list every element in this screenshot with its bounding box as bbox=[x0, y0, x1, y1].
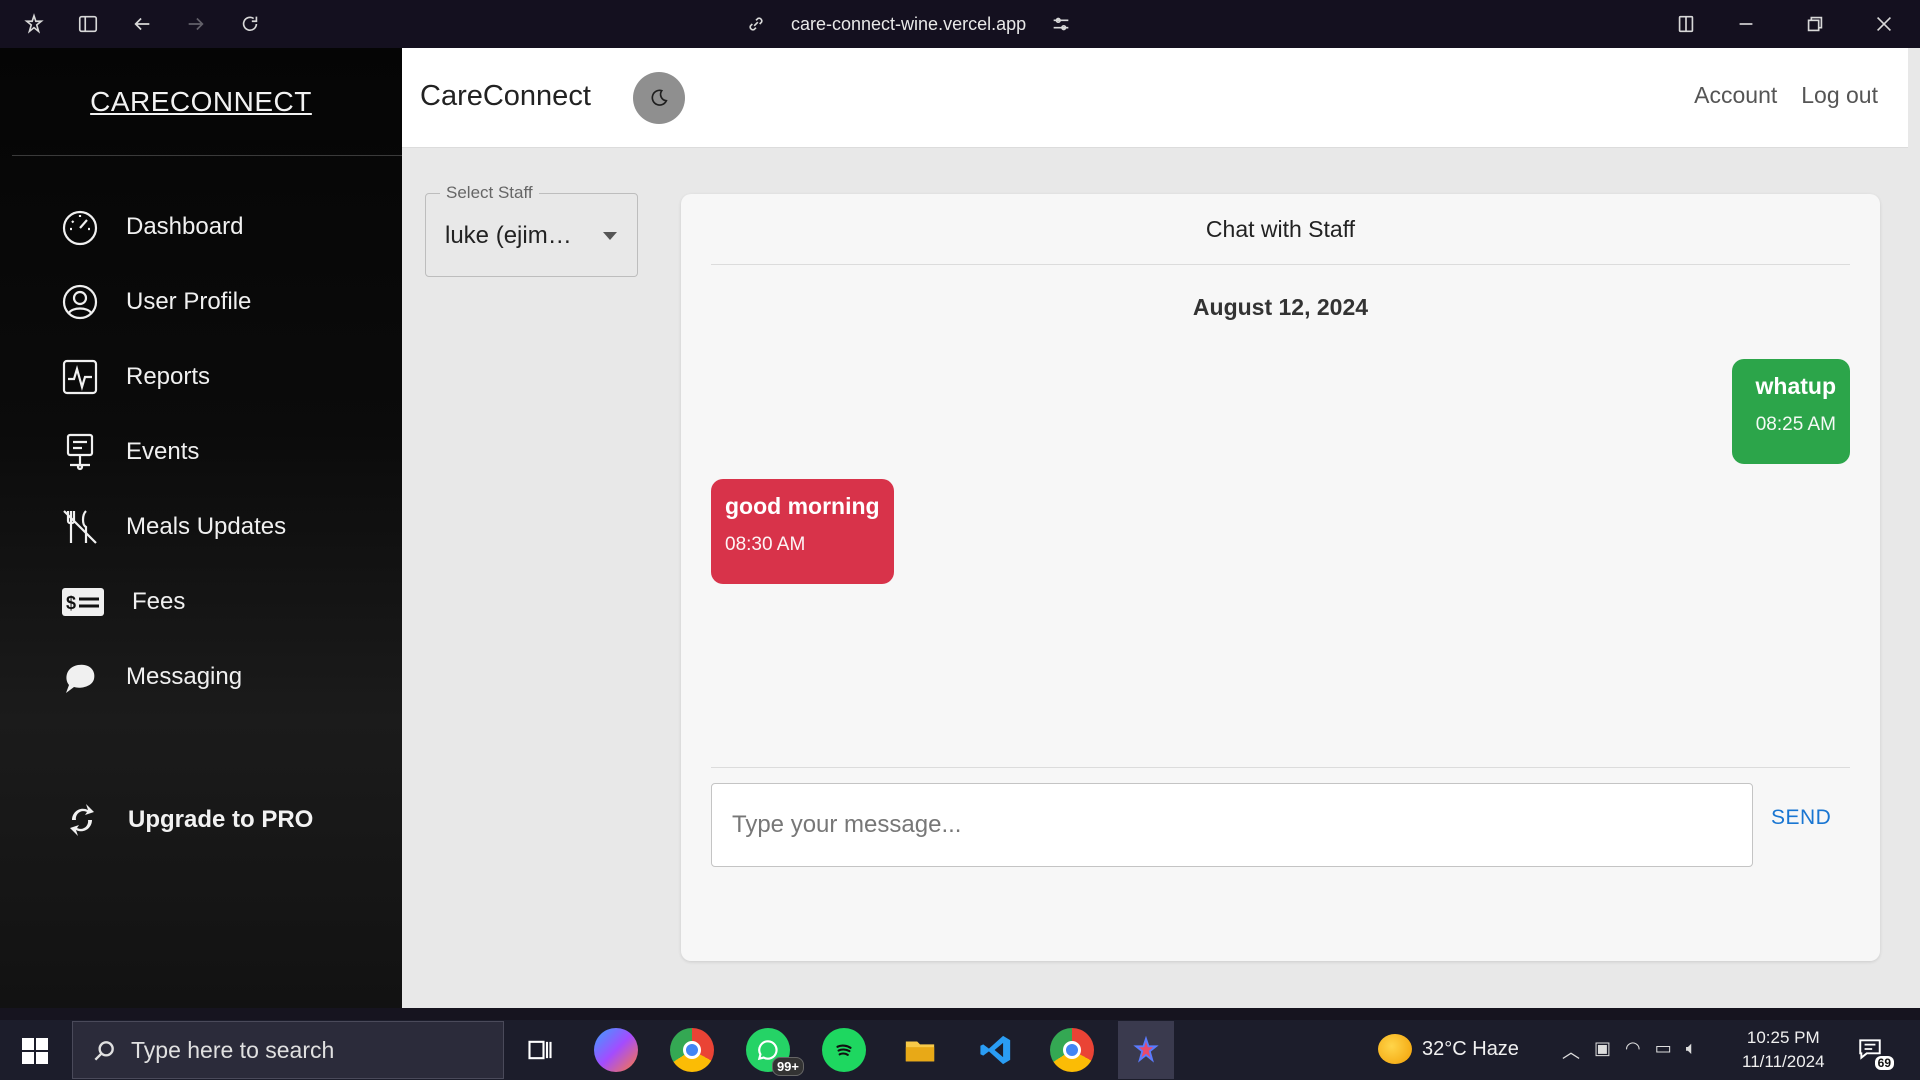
clock-date: 11/11/2024 bbox=[1742, 1052, 1825, 1071]
sidebar-item-label: Fees bbox=[132, 588, 186, 615]
windows-taskbar: Type here to search 99+ 32°C Haze ︿ ▣ ◠ … bbox=[0, 1020, 1920, 1080]
sidebar: CARECONNECT Dashboard User Profile Repor… bbox=[0, 48, 402, 1008]
page-title: CareConnect bbox=[420, 80, 591, 112]
brand-logo[interactable]: CARECONNECT bbox=[0, 48, 402, 156]
file-explorer-icon[interactable] bbox=[898, 1028, 942, 1072]
site-settings-icon[interactable] bbox=[1050, 13, 1072, 35]
user-circle-icon bbox=[62, 284, 98, 320]
sidebar-item-dashboard[interactable]: Dashboard bbox=[60, 205, 243, 249]
weather-widget[interactable]: 32°C Haze bbox=[1378, 1034, 1519, 1064]
upgrade-to-pro-button[interactable]: Upgrade to PRO bbox=[62, 800, 313, 840]
sidebar-item-events[interactable]: Events bbox=[60, 430, 199, 474]
message-time: 08:30 AM bbox=[725, 534, 806, 555]
refresh-icon[interactable] bbox=[238, 12, 262, 36]
split-view-icon[interactable] bbox=[1674, 12, 1698, 36]
notification-count: 69 bbox=[1874, 1056, 1894, 1070]
vscode-icon[interactable] bbox=[974, 1028, 1018, 1072]
search-icon bbox=[94, 1041, 114, 1061]
money-bill-icon: $ bbox=[62, 588, 104, 616]
theme-toggle-button[interactable] bbox=[633, 72, 685, 124]
message-composer bbox=[711, 783, 1753, 867]
sidebar-item-label: Meals Updates bbox=[126, 513, 287, 540]
sidebar-item-meals-updates[interactable]: Meals Updates bbox=[60, 505, 286, 549]
taskbar-search-box[interactable]: Type here to search bbox=[72, 1021, 504, 1079]
app-header: CareConnect Account Log out bbox=[402, 48, 1908, 148]
dashboard-gauge-icon bbox=[62, 210, 98, 246]
chat-date-divider: August 12, 2024 bbox=[1192, 294, 1369, 320]
chevron-down-icon[interactable] bbox=[603, 232, 617, 240]
sidebar-item-label: Dashboard bbox=[126, 213, 244, 240]
logout-link[interactable]: Log out bbox=[1801, 82, 1878, 109]
arc-browser-icon[interactable] bbox=[1118, 1021, 1174, 1079]
weather-haze-icon bbox=[1378, 1034, 1412, 1064]
address-bar[interactable]: care-connect-wine.vercel.app bbox=[745, 0, 1075, 48]
chat-bubbles-icon bbox=[66, 664, 95, 693]
back-arrow-icon[interactable] bbox=[130, 12, 154, 36]
sidebar-item-label: Reports bbox=[126, 363, 211, 390]
message-input[interactable] bbox=[712, 784, 1752, 866]
chrome-profile-icon[interactable] bbox=[1050, 1028, 1094, 1072]
send-button[interactable]: SEND bbox=[1771, 806, 1831, 830]
composer-divider bbox=[711, 767, 1850, 768]
forward-arrow-icon[interactable] bbox=[184, 12, 208, 36]
link-icon bbox=[749, 17, 763, 31]
staff-select-value[interactable]: luke (ejim… bbox=[445, 222, 572, 250]
task-view-icon[interactable] bbox=[518, 1028, 562, 1072]
whatsapp-badge: 99+ bbox=[771, 1057, 804, 1076]
sidebar-item-label: Messaging bbox=[126, 663, 243, 690]
volume-icon[interactable]: 🔈︎ bbox=[1686, 1038, 1697, 1064]
svg-text:$: $ bbox=[66, 593, 76, 613]
sidebar-item-fees[interactable]: $ Fees bbox=[60, 580, 185, 624]
minimize-icon[interactable] bbox=[1734, 12, 1758, 36]
weather-text: 32°C Haze bbox=[1422, 1037, 1519, 1060]
moon-icon bbox=[651, 89, 668, 106]
window-edge bbox=[1908, 48, 1920, 1008]
spotify-icon[interactable] bbox=[822, 1028, 866, 1072]
no-meals-icon bbox=[63, 510, 97, 544]
whatsapp-icon[interactable]: 99+ bbox=[746, 1028, 804, 1076]
upgrade-label: Upgrade to PRO bbox=[128, 806, 314, 833]
sidebar-item-reports[interactable]: Reports bbox=[60, 355, 210, 399]
notification-center-icon[interactable]: 69 bbox=[1856, 1036, 1894, 1070]
browser-titlebar: care-connect-wine.vercel.app bbox=[0, 0, 1920, 48]
message-bubble-sent: whatup 08:25 AM bbox=[1732, 359, 1850, 464]
taskbar-search-placeholder: Type here to search bbox=[131, 1036, 335, 1063]
system-tray: ︿ ▣ ◠ ▭ 🔈︎ bbox=[1562, 1038, 1697, 1064]
sidebar-item-label: Events bbox=[126, 438, 200, 465]
message-time: 08:25 AM bbox=[1755, 414, 1836, 435]
window-bottom-edge bbox=[0, 1008, 1920, 1020]
restore-icon[interactable] bbox=[1803, 12, 1827, 36]
meet-now-icon[interactable]: ▣ bbox=[1594, 1038, 1611, 1064]
header-nav: Account Log out bbox=[1694, 82, 1878, 109]
clock-time: 10:25 PM bbox=[1746, 1028, 1820, 1047]
chat-title: Chat with Staff bbox=[711, 194, 1850, 265]
workspaces-icon[interactable] bbox=[22, 12, 46, 36]
battery-icon[interactable]: ▭ bbox=[1655, 1038, 1672, 1064]
message-text: good morning bbox=[725, 493, 880, 519]
sidebar-item-label: User Profile bbox=[126, 288, 252, 315]
url-text[interactable]: care-connect-wine.vercel.app bbox=[791, 14, 1026, 35]
staff-select[interactable]: Select Staff luke (ejim… bbox=[425, 183, 638, 277]
brand-divider bbox=[12, 155, 402, 156]
presentation-board-icon bbox=[66, 433, 94, 471]
account-link[interactable]: Account bbox=[1694, 82, 1777, 109]
chevron-up-icon[interactable]: ︿ bbox=[1562, 1038, 1580, 1064]
staff-select-label: Select Staff bbox=[440, 183, 539, 203]
sidebar-toggle-icon[interactable] bbox=[76, 12, 100, 36]
copilot-icon[interactable] bbox=[594, 1028, 638, 1072]
sidebar-item-user-profile[interactable]: User Profile bbox=[60, 280, 251, 324]
upgrade-sync-icon bbox=[70, 804, 94, 836]
pulse-chart-icon bbox=[62, 359, 98, 395]
chrome-icon[interactable] bbox=[670, 1028, 714, 1072]
sidebar-item-messaging[interactable]: Messaging bbox=[60, 655, 242, 699]
close-window-icon[interactable] bbox=[1872, 12, 1896, 36]
taskbar-clock[interactable]: 10:25 PM 11/11/2024 bbox=[1742, 1026, 1825, 1074]
main-content: CareConnect Account Log out Select Staff… bbox=[402, 48, 1908, 1008]
windows-start-icon[interactable] bbox=[22, 1038, 48, 1064]
chat-panel: Chat with Staff August 12, 2024 whatup 0… bbox=[681, 194, 1880, 961]
wifi-icon[interactable]: ◠ bbox=[1625, 1038, 1641, 1064]
message-text: whatup bbox=[1755, 373, 1837, 399]
message-bubble-received: good morning 08:30 AM bbox=[711, 479, 894, 584]
